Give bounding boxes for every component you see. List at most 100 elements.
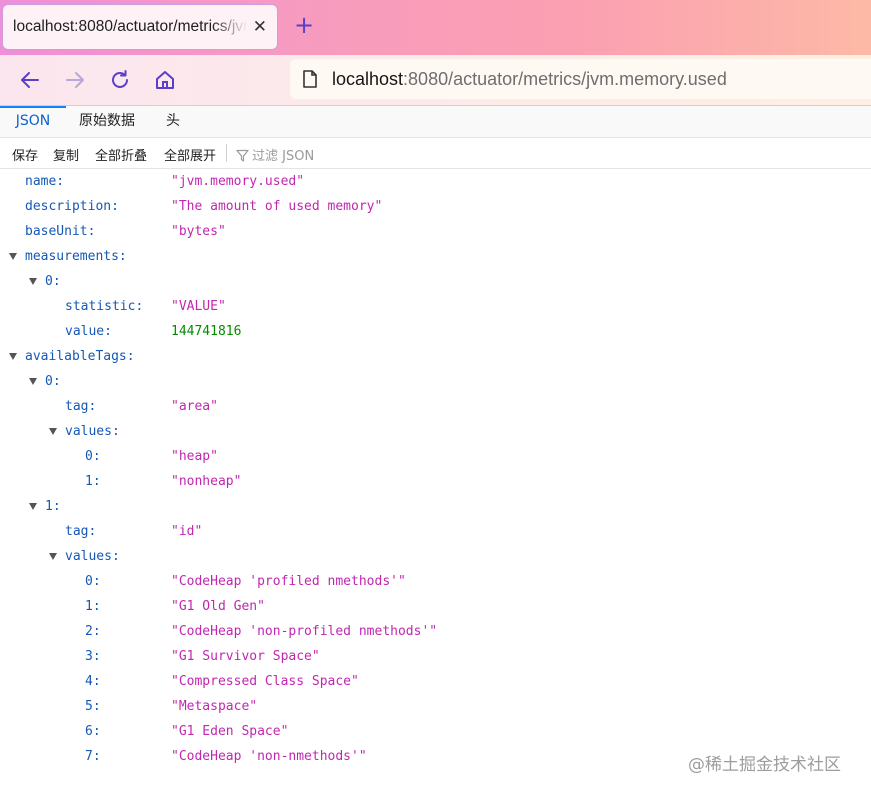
json-viewer-tabs: JSON 原始数据 头 (0, 106, 871, 138)
json-row-value-item: 2: "CodeHeap 'non-profiled nmethods'" (0, 619, 871, 644)
new-tab-icon[interactable]: + (294, 13, 314, 37)
json-row-value-item: 0: "heap" (0, 444, 871, 469)
json-key: description: (25, 199, 119, 214)
address-bar[interactable]: localhost:8080/actuator/metrics/jvm.memo… (290, 59, 871, 99)
url-host: localhost (332, 69, 404, 89)
json-row-name: name: "jvm.memory.used" (0, 169, 871, 194)
json-string-value: "The amount of used memory" (171, 199, 383, 214)
expand-all-button[interactable]: 全部展开 (164, 145, 216, 164)
tab-raw-data[interactable]: 原始数据 (79, 106, 135, 137)
back-arrow-icon (21, 72, 39, 88)
json-key: measurements: (25, 249, 127, 264)
collapse-all-button[interactable]: 全部折叠 (95, 145, 147, 164)
json-key: name: (25, 174, 65, 189)
json-key: values: (65, 549, 120, 564)
home-button[interactable] (152, 67, 178, 93)
json-row-value-item: 1: "nonheap" (0, 469, 871, 494)
expand-toggle-icon[interactable] (49, 553, 57, 560)
watermark: @稀土掘金技术社区 (688, 755, 841, 775)
json-number-value: 144741816 (171, 324, 242, 339)
reload-icon (112, 70, 128, 88)
json-row-availabletags[interactable]: availableTags: (0, 344, 871, 369)
json-key: 2: (85, 624, 101, 639)
json-key: 3: (85, 649, 101, 664)
json-string-value: "CodeHeap 'profiled nmethods'" (171, 574, 406, 589)
json-string-value: "CodeHeap 'non-profiled nmethods'" (171, 624, 438, 639)
json-string-value: "CodeHeap 'non-nmethods'" (171, 749, 367, 764)
json-row-tags-1[interactable]: 1: (0, 494, 871, 519)
json-row-value-item: 3: "G1 Survivor Space" (0, 644, 871, 669)
expand-toggle-icon[interactable] (29, 503, 37, 510)
json-string-value: "VALUE" (171, 299, 226, 314)
toolbar-divider (226, 144, 227, 162)
json-key: 0: (85, 574, 101, 589)
forward-button[interactable] (62, 67, 88, 93)
json-key: 1: (85, 474, 101, 489)
navigation-bar: localhost:8080/actuator/metrics/jvm.memo… (0, 55, 871, 106)
json-key: statistic: (65, 299, 144, 314)
json-key: tag: (65, 399, 97, 414)
reload-button[interactable] (107, 67, 133, 93)
home-icon (156, 71, 174, 89)
json-string-value: "area" (171, 399, 218, 414)
back-button[interactable] (17, 67, 43, 93)
filter-json-input[interactable]: 过滤 JSON (236, 145, 314, 164)
expand-toggle-icon[interactable] (49, 428, 57, 435)
json-row-measurements-0[interactable]: 0: (0, 269, 871, 294)
json-row-value-item: 5: "Metaspace" (0, 694, 871, 719)
json-toolbar: 保存 复制 全部折叠 全部展开 过滤 JSON (0, 138, 871, 169)
url-text[interactable]: localhost:8080/actuator/metrics/jvm.memo… (332, 69, 727, 90)
json-row-values[interactable]: values: (0, 419, 871, 444)
json-string-value: "G1 Old Gen" (171, 599, 265, 614)
save-button[interactable]: 保存 (12, 145, 38, 164)
json-string-value: "jvm.memory.used" (171, 174, 305, 189)
json-row-value-item: 1: "G1 Old Gen" (0, 594, 871, 619)
json-row-value-item: 6: "G1 Eden Space" (0, 719, 871, 744)
tab-headers[interactable]: 头 (166, 106, 180, 137)
json-string-value: "Compressed Class Space" (171, 674, 359, 689)
json-key: 0: (85, 449, 101, 464)
json-key: baseUnit: (25, 224, 96, 239)
json-row-values[interactable]: values: (0, 544, 871, 569)
json-key: values: (65, 424, 120, 439)
json-string-value: "id" (171, 524, 203, 539)
json-string-value: "nonheap" (171, 474, 242, 489)
json-key: 5: (85, 699, 101, 714)
json-row-tag: tag: "id" (0, 519, 871, 544)
json-row-tag: tag: "area" (0, 394, 871, 419)
browser-tab-active[interactable]: localhost:8080/actuator/metrics/jvm.memo… (2, 4, 278, 50)
filter-placeholder: 过滤 JSON (252, 149, 315, 164)
json-key: 1: (45, 499, 61, 514)
expand-toggle-icon[interactable] (9, 353, 17, 360)
forward-arrow-icon (66, 72, 84, 88)
json-key: 4: (85, 674, 101, 689)
json-string-value: "G1 Eden Space" (171, 724, 289, 739)
json-row-description: description: "The amount of used memory" (0, 194, 871, 219)
json-key: 6: (85, 724, 101, 739)
json-key: tag: (65, 524, 97, 539)
json-row-baseunit: baseUnit: "bytes" (0, 219, 871, 244)
json-key: 0: (45, 274, 61, 289)
tab-strip: localhost:8080/actuator/metrics/jvm.memo… (0, 0, 871, 55)
json-row-value-item: 4: "Compressed Class Space" (0, 669, 871, 694)
json-key: 1: (85, 599, 101, 614)
json-key: availableTags: (25, 349, 135, 364)
json-row-value: value: 144741816 (0, 319, 871, 344)
copy-button[interactable]: 复制 (53, 145, 79, 164)
close-tab-icon[interactable]: ✕ (253, 17, 267, 37)
expand-toggle-icon[interactable] (29, 378, 37, 385)
json-key: value: (65, 324, 112, 339)
expand-toggle-icon[interactable] (9, 253, 17, 260)
json-string-value: "G1 Survivor Space" (171, 649, 320, 664)
expand-toggle-icon[interactable] (29, 278, 37, 285)
tab-title[interactable]: localhost:8080/actuator/metrics/jvm.memo… (13, 18, 247, 40)
json-string-value: "heap" (171, 449, 218, 464)
json-key: 7: (85, 749, 101, 764)
page-info-icon[interactable] (302, 70, 318, 88)
url-path: :8080/actuator/metrics/jvm.memory.used (403, 69, 727, 89)
json-key: 0: (45, 374, 61, 389)
tab-json[interactable]: JSON (0, 106, 66, 137)
json-row-tags-0[interactable]: 0: (0, 369, 871, 394)
json-row-measurements[interactable]: measurements: (0, 244, 871, 269)
filter-icon (236, 149, 249, 162)
